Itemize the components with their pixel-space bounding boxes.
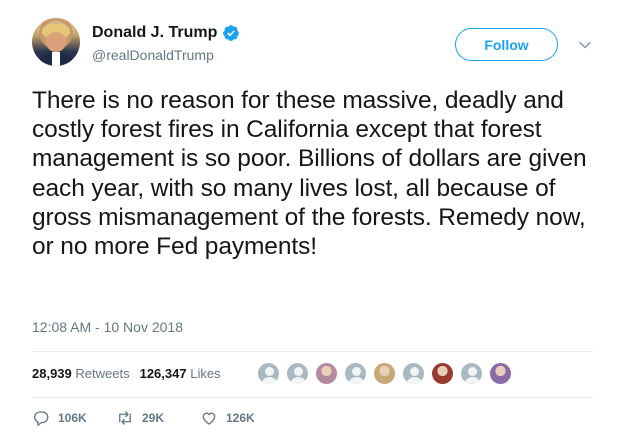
likes-label: Likes: [190, 366, 221, 381]
divider-top: [32, 351, 593, 352]
like-count: 126K: [226, 411, 255, 425]
reply-count: 106K: [58, 411, 87, 425]
avatar-face: [46, 32, 66, 52]
chevron-down-icon[interactable]: [578, 38, 592, 52]
liker-avatar[interactable]: [372, 361, 397, 386]
retweets-label: Retweets: [75, 366, 130, 381]
tweet-card: Donald J. Trump @realDonaldTrump Follow …: [0, 0, 617, 443]
divider-bottom: [32, 397, 593, 398]
name-row: Donald J. Trump: [92, 24, 240, 42]
user-handle[interactable]: @realDonaldTrump: [92, 47, 214, 63]
liker-avatar[interactable]: [343, 361, 368, 386]
tweet-actions: 106K 29K 126K: [32, 409, 284, 427]
heart-icon: [202, 412, 216, 425]
like-action[interactable]: 126K: [200, 409, 284, 427]
avatar-shirt: [52, 52, 60, 66]
liker-avatar[interactable]: [314, 361, 339, 386]
likes-count: 126,347: [139, 366, 187, 381]
display-name[interactable]: Donald J. Trump: [92, 24, 217, 42]
liker-avatar[interactable]: [285, 361, 310, 386]
liker-avatars: [256, 361, 513, 386]
liker-avatar[interactable]: [488, 361, 513, 386]
retweet-count: 29K: [142, 411, 165, 425]
retweet-action[interactable]: 29K: [116, 409, 200, 427]
liker-avatar[interactable]: [256, 361, 281, 386]
tweet-timestamp[interactable]: 12:08 AM - 10 Nov 2018: [32, 319, 183, 335]
tweet-text: There is no reason for these massive, de…: [32, 87, 587, 261]
reply-action[interactable]: 106K: [32, 409, 116, 427]
retweets-count: 28,939: [32, 366, 72, 381]
likes-stat[interactable]: 126,347 Likes: [140, 366, 221, 381]
verified-badge-icon: [223, 25, 240, 41]
follow-button[interactable]: Follow: [455, 28, 558, 61]
retweet-icon: [119, 411, 131, 425]
reply-icon: [34, 411, 49, 427]
liker-avatar[interactable]: [401, 361, 426, 386]
engagement-stats: 28,939 Retweets 126,347 Likes: [32, 366, 221, 381]
liker-avatar[interactable]: [459, 361, 484, 386]
retweets-stat[interactable]: 28,939 Retweets: [32, 366, 130, 381]
avatar[interactable]: [32, 18, 80, 66]
liker-avatar[interactable]: [430, 361, 455, 386]
